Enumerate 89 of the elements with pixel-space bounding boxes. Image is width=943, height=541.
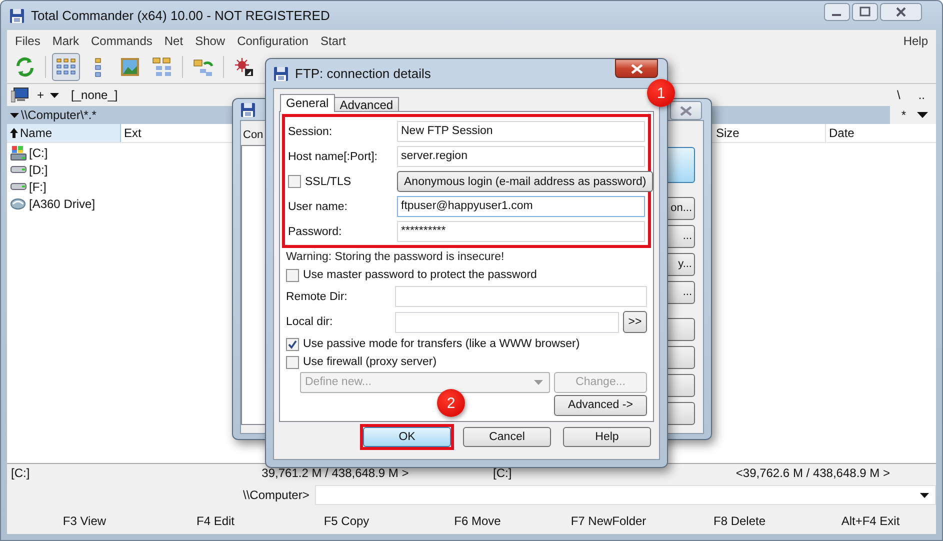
computer-icon [11, 87, 29, 103]
checkbox-icon[interactable] [286, 356, 299, 368]
dropdown-arrow-icon[interactable] [50, 92, 60, 98]
dropdown-arrow-icon[interactable] [920, 492, 929, 498]
anonymous-login-button[interactable]: Anonymous login (e-mail address as password) [397, 171, 654, 192]
input-field[interactable]: ftpuser@happyuser1.com [397, 196, 645, 217]
advanced-button[interactable]: Advanced -> [554, 394, 647, 416]
close-button[interactable] [670, 101, 702, 120]
column-header[interactable]: Name [7, 124, 121, 142]
field-label: Host name[:Port]: [288, 150, 378, 162]
burst-icon [233, 56, 255, 78]
window-title: Total Commander (x64) 10.00 - NOT REGISTERED [31, 8, 330, 23]
file-name[interactable]: [D:] [29, 162, 48, 176]
close-icon[interactable] [880, 3, 922, 21]
menu-item[interactable]: Commands [85, 34, 158, 48]
column-header[interactable]: Size [713, 124, 826, 142]
filter-button[interactable]: * [898, 108, 909, 122]
current-path: \\Computer\*.* [21, 108, 96, 122]
dialog-button[interactable]: Cancel [463, 427, 551, 447]
panel-status: [C:] [493, 466, 512, 480]
tab[interactable]: General [280, 94, 335, 112]
menu-item[interactable]: Files [9, 34, 46, 48]
close-icon [680, 106, 692, 116]
field-label: Session: [288, 126, 334, 138]
close-button[interactable] [615, 59, 658, 78]
warning-text: Warning: Storing the password is insecure! [286, 251, 504, 263]
menu-item[interactable]: Configuration [231, 34, 314, 48]
checked-checkbox-icon[interactable] [286, 338, 299, 350]
function-key-button[interactable]: Alt+F4 Exit [833, 512, 908, 530]
checkbox-label[interactable]: Use master password to protect the password [303, 269, 537, 281]
column-header[interactable]: Date [826, 124, 936, 142]
free-space-text: <39,762.6 M / 438,648.9 M > [736, 466, 890, 480]
free-space-text: 39,761.2 M / 438,648.9 M > [262, 466, 409, 480]
tab-label: Con [242, 129, 264, 141]
command-prompt: \\Computer> [243, 488, 310, 502]
maximize-icon[interactable] [852, 3, 878, 21]
input-field[interactable]: ********** [397, 221, 645, 242]
menu-item[interactable]: Start [314, 34, 352, 48]
checkbox-label[interactable]: SSL/TLS [305, 176, 352, 188]
dialog-button[interactable]: OK [363, 427, 451, 447]
checkbox-icon[interactable] [286, 268, 299, 282]
checkbox-icon[interactable] [288, 175, 301, 188]
input-field[interactable] [395, 286, 647, 307]
field-label: User name: [288, 200, 348, 212]
drive-selector[interactable]: + [37, 88, 44, 102]
tab[interactable]: Advanced [334, 97, 400, 112]
function-key-button[interactable]: F4 Edit [188, 512, 242, 530]
input-field[interactable] [395, 312, 619, 332]
dialog-title: FTP: connection details [295, 66, 431, 81]
checkbox-label[interactable]: Use firewall (proxy server) [303, 356, 437, 368]
menu-item[interactable]: Show [189, 34, 232, 48]
drive-icon [10, 144, 27, 160]
detail-view-icon [95, 58, 101, 76]
close-icon [630, 64, 642, 74]
tree-view-icon [151, 56, 173, 78]
menu-item[interactable]: Mark [46, 34, 86, 48]
function-key-button[interactable]: F7 NewFolder [562, 512, 654, 530]
panel-status: [C:] [11, 466, 30, 480]
field-label: Password: [288, 226, 343, 238]
file-name[interactable]: [F:] [29, 180, 46, 194]
field-label: Local dir: [286, 316, 334, 328]
sort-arrow-icon [10, 128, 18, 138]
navigation-button[interactable]: .. [915, 88, 928, 102]
checkbox-label[interactable]: Use passive mode for transfers (like a WWW browser) [303, 338, 580, 350]
input-field[interactable]: New FTP Session [397, 121, 645, 142]
input-field[interactable]: server.region [397, 146, 645, 167]
dropdown-arrow-icon[interactable] [10, 112, 19, 118]
function-key-button[interactable]: F3 View [54, 512, 114, 530]
dialog-button[interactable]: Help [563, 427, 651, 447]
volume-label: [_none_] [71, 88, 118, 102]
drive-icon [10, 183, 27, 190]
navigation-button[interactable]: \ [894, 88, 904, 102]
command-line-field[interactable] [315, 485, 936, 505]
browse-button[interactable]: >> [623, 311, 647, 333]
function-key-button[interactable]: F8 Delete [705, 512, 774, 530]
function-key-button[interactable]: F6 Move [446, 512, 509, 530]
menu-item[interactable]: Net [158, 34, 190, 48]
thumbnail-view-icon [119, 56, 141, 78]
cloud-drive-icon [10, 196, 27, 212]
file-name[interactable]: [C:] [29, 146, 48, 160]
step-badge: 1 [647, 79, 675, 107]
dropdown-arrow-icon[interactable] [917, 112, 928, 118]
file-name[interactable]: [A360 Drive] [29, 196, 96, 210]
menu-item[interactable]: Help [897, 34, 934, 48]
drive-icon [10, 166, 27, 173]
function-key-button[interactable]: F5 Copy [316, 512, 378, 530]
refresh-icon [14, 56, 36, 78]
minimize-icon[interactable] [824, 3, 850, 21]
field-label: Remote Dir: [286, 290, 348, 302]
